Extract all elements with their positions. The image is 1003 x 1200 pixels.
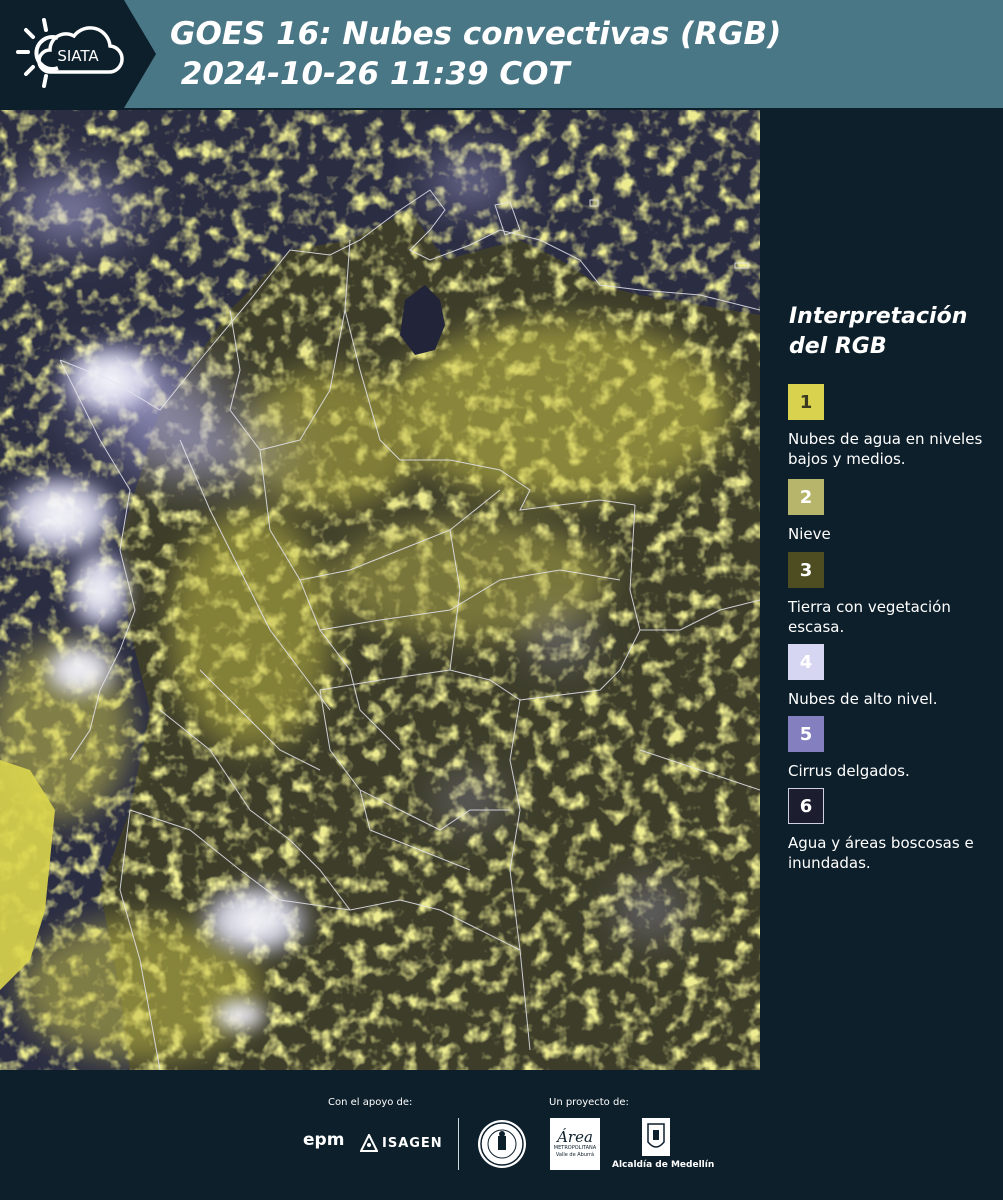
siata-logo-text: SIATA (57, 47, 99, 65)
epm-logo[interactable]: epm (303, 1130, 344, 1150)
area-metro-sub2: Valle de Aburrá (555, 1152, 595, 1158)
shield-icon (647, 1123, 665, 1148)
title-line-2: 2024-10-26 11:39 COT (170, 56, 570, 92)
project-label: Un proyecto de: (549, 1097, 629, 1108)
legend-label-4: Nubes de alto nivel. (788, 690, 938, 708)
legend-item-1: 1 Nubes de agua en niveles bajos y medio… (788, 384, 998, 469)
legend-item-3: 3 Tierra con vegetación escasa. (788, 552, 998, 637)
legend-label-3: Tierra con vegetación escasa. (788, 598, 951, 636)
area-metro-text: Área (557, 1128, 593, 1146)
page-title: GOES 16: Nubes convectivas (RGB) 2024-10… (170, 14, 781, 94)
alcaldia-text: Alcaldía de Medellín (612, 1160, 715, 1170)
area-metropolitana-logo[interactable]: Área METROPOLITANA Valle de Aburrá (550, 1118, 600, 1170)
satellite-imagery (0, 110, 760, 1070)
title-line-1: GOES 16: Nubes convectivas (RGB) (170, 16, 782, 52)
siata-logo[interactable]: SIATA (0, 0, 156, 108)
seal-logo[interactable] (478, 1120, 526, 1168)
satellite-map[interactable] (0, 110, 760, 1070)
legend-item-6: 6 Agua y áreas boscosas e inundadas. (788, 788, 998, 873)
isagen-icon (360, 1134, 378, 1152)
sun-cloud-icon: SIATA (0, 0, 156, 108)
rgb-legend: Interpretación del RGB 1 Nubes de agua e… (760, 110, 1003, 1070)
legend-swatch-5: 5 (788, 716, 824, 752)
legend-swatch-2: 2 (788, 479, 824, 515)
legend-label-5: Cirrus delgados. (788, 762, 910, 780)
epm-logo-text: epm (303, 1130, 345, 1150)
isagen-logo-text: ISAGEN (382, 1135, 443, 1151)
footer-divider (458, 1118, 459, 1170)
legend-item-4: 4 Nubes de alto nivel. (788, 644, 998, 709)
legend-swatch-1: 1 (788, 384, 824, 420)
legend-item-5: 5 Cirrus delgados. (788, 716, 998, 781)
area-metro-sub1: METROPOLITANA (553, 1145, 597, 1151)
legend-swatch-3: 3 (788, 552, 824, 588)
isagen-logo[interactable]: ISAGEN (360, 1134, 443, 1152)
seal-icon (480, 1122, 524, 1166)
header-bar: SIATA GOES 16: Nubes convectivas (RGB) 2… (0, 0, 1003, 108)
legend-label-1: Nubes de agua en niveles bajos y medios. (788, 430, 983, 468)
legend-label-2: Nieve (788, 525, 831, 543)
support-label: Con el apoyo de: (328, 1097, 413, 1108)
legend-title: Interpretación del RGB (789, 304, 968, 359)
footer: Con el apoyo de: Un proyecto de: epm ISA… (0, 1070, 1003, 1200)
legend-swatch-4: 4 (788, 644, 824, 680)
legend-item-2: 2 Nieve (788, 479, 998, 544)
legend-swatch-6: 6 (788, 788, 824, 824)
legend-label-6: Agua y áreas boscosas e inundadas. (788, 834, 974, 872)
alcaldia-shield-logo[interactable] (642, 1118, 670, 1156)
